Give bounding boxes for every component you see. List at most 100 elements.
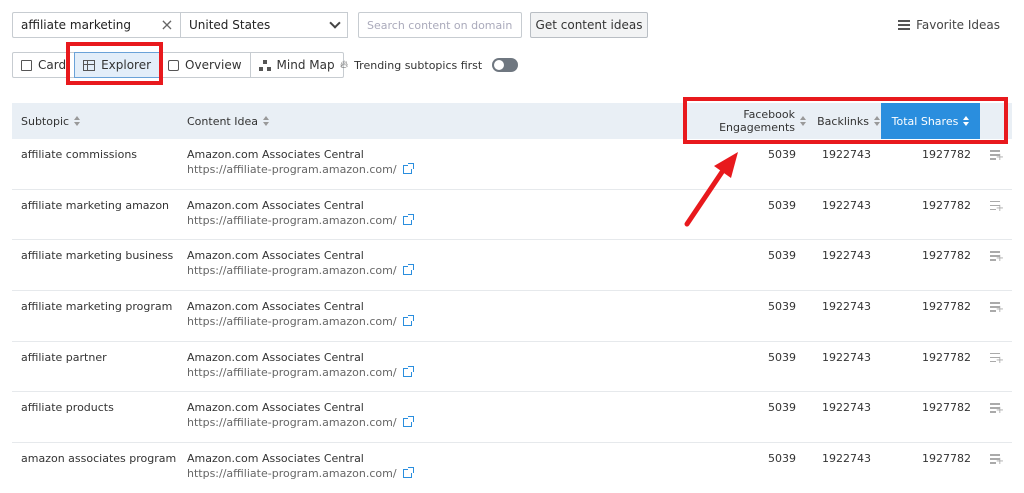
tab-mind-map[interactable]: Mind Map [249,52,344,78]
content-idea-url-text: https://affiliate-program.amazon.com/ [187,315,397,329]
backlinks-cell: 1922743 [822,198,871,212]
content-idea-url-text: https://affiliate-program.amazon.com/ [187,416,397,430]
trending-toggle[interactable] [492,58,519,72]
content-idea-title[interactable]: Amazon.com Associates Central [187,148,364,161]
keyword-value: affiliate marketing [21,18,132,32]
external-link-icon[interactable] [402,467,414,479]
add-to-list-icon[interactable]: + [990,352,1004,365]
subtopic-cell[interactable]: affiliate marketing amazon [21,199,169,212]
tab-mind-map-label: Mind Map [276,58,335,72]
content-idea-title[interactable]: Amazon.com Associates Central [187,452,364,465]
content-idea-url-text: https://affiliate-program.amazon.com/ [187,365,397,379]
column-total-shares[interactable]: Total Shares [881,103,980,139]
content-idea-url[interactable]: https://affiliate-program.amazon.com/ [187,264,414,278]
view-switcher: Card Explorer Overview Mind Map [12,52,344,78]
column-total-shares-label: Total Shares [891,114,959,128]
column-subtopic-label: Subtopic [21,114,70,128]
get-content-ideas-button[interactable]: Get content ideas [530,12,648,38]
content-idea-url[interactable]: https://affiliate-program.amazon.com/ [187,365,414,379]
column-content-idea[interactable]: Content Idea [187,103,269,139]
column-subtopic[interactable]: Subtopic [21,103,81,139]
backlinks-cell: 1922743 [822,249,871,263]
backlinks-cell: 1922743 [822,148,871,161]
external-link-icon[interactable] [402,163,414,174]
subtopic-cell[interactable]: affiliate marketing business [21,249,173,262]
trending-subtopics: 🔥︎ Trending subtopics first [340,58,519,72]
sort-icon [963,116,970,126]
content-idea-url[interactable]: https://affiliate-program.amazon.com/ [187,315,414,329]
tab-explorer-label: Explorer [101,58,152,72]
trending-label: Trending subtopics first [354,58,483,72]
backlinks-cell: 1922743 [822,350,871,364]
total-shares-cell: 1927782 [922,401,971,415]
subtopic-cell[interactable]: affiliate products [21,401,114,414]
add-to-list-icon[interactable]: + [990,403,1004,416]
column-backlinks[interactable]: Backlinks [806,103,880,139]
content-idea-url-text: https://affiliate-program.amazon.com/ [187,163,397,176]
content-idea-url[interactable]: https://affiliate-program.amazon.com/ [187,213,414,227]
external-link-icon[interactable] [402,365,414,377]
content-idea-title[interactable]: Amazon.com Associates Central [187,199,364,212]
external-link-icon[interactable] [402,213,414,225]
table-header: Subtopic Content Idea Facebook Engagemen… [12,103,1012,139]
favorite-ideas-label: Favorite Ideas [916,18,1000,32]
external-link-icon[interactable] [402,264,414,276]
chevron-down-icon [329,17,341,29]
add-to-list-icon[interactable]: + [990,302,1004,315]
results-table: affiliate commissions Amazon.com Associa… [12,139,1012,493]
content-idea-url[interactable]: https://affiliate-program.amazon.com/ [187,467,414,481]
column-fb-label-line1: Facebook [743,108,795,121]
tab-card[interactable]: Card [12,52,76,78]
content-idea-url-text: https://affiliate-program.amazon.com/ [187,264,397,278]
facebook-engagements-cell: 5039 [768,148,796,161]
column-backlinks-label: Backlinks [817,114,869,128]
search-bar: affiliate marketing × United States Get … [12,12,648,38]
facebook-engagements-cell: 5039 [768,452,796,466]
external-link-icon[interactable] [402,416,414,428]
backlinks-cell: 1922743 [822,401,871,415]
subtopic-cell[interactable]: affiliate partner [21,351,107,364]
backlinks-cell: 1922743 [822,452,871,466]
tab-explorer[interactable]: Explorer [74,52,161,78]
country-select[interactable]: United States [180,12,348,38]
table-row: amazon associates program Amazon.com Ass… [12,443,1012,493]
total-shares-cell: 1927782 [922,148,971,161]
external-link-icon[interactable] [402,315,414,327]
sort-icon [74,116,81,126]
total-shares-cell: 1927782 [922,350,971,364]
sort-icon [262,116,269,126]
table-row: affiliate commissions Amazon.com Associa… [12,139,1012,190]
subtopic-cell[interactable]: amazon associates program [21,452,176,465]
add-to-list-icon[interactable]: + [990,251,1004,264]
content-idea-url[interactable]: https://affiliate-program.amazon.com/ [187,163,414,176]
keyword-input[interactable]: affiliate marketing × [12,12,180,38]
column-fb-label: Facebook Engagements [719,108,795,134]
content-idea-url[interactable]: https://affiliate-program.amazon.com/ [187,416,414,430]
clear-icon[interactable]: × [160,17,174,33]
add-to-list-icon[interactable]: + [990,200,1004,213]
tab-overview[interactable]: Overview [159,52,251,78]
favorite-ideas-link[interactable]: Favorite Ideas [898,18,1000,32]
facebook-engagements-cell: 5039 [768,249,796,263]
subtopic-cell[interactable]: affiliate commissions [21,148,137,161]
column-facebook-engagements[interactable]: Facebook Engagements [702,103,806,139]
tab-overview-label: Overview [185,58,242,72]
facebook-engagements-cell: 5039 [768,401,796,415]
content-idea-title[interactable]: Amazon.com Associates Central [187,351,364,364]
add-to-list-icon[interactable]: + [990,150,1004,163]
content-idea-url-text: https://affiliate-program.amazon.com/ [187,467,397,481]
tab-card-label: Card [38,58,67,72]
backlinks-cell: 1922743 [822,300,871,314]
add-to-list-icon[interactable]: + [990,454,1004,467]
domain-search-input[interactable] [358,12,522,38]
content-idea-title[interactable]: Amazon.com Associates Central [187,401,364,414]
content-idea-title[interactable]: Amazon.com Associates Central [187,300,364,313]
content-idea-url-text: https://affiliate-program.amazon.com/ [187,213,397,227]
table-row: affiliate marketing amazon Amazon.com As… [12,190,1012,241]
table-icon [83,59,96,71]
subtopic-cell[interactable]: affiliate marketing program [21,300,172,313]
table-row: affiliate marketing business Amazon.com … [12,240,1012,292]
sort-icon [874,116,880,126]
content-idea-title[interactable]: Amazon.com Associates Central [187,249,364,262]
column-fb-label-line2: Engagements [719,121,795,134]
